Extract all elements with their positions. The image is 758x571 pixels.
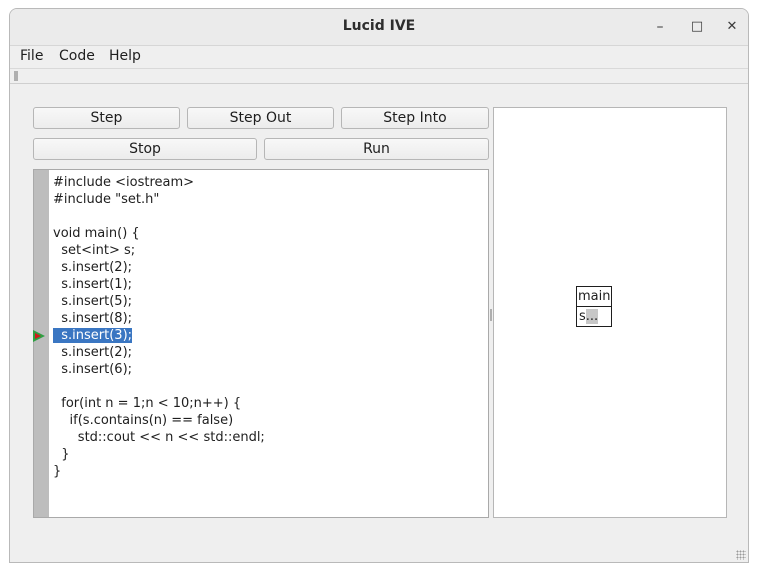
stack-frame: main s... xyxy=(576,286,612,327)
app-window: Lucid IVE – □ ✕ File Code Help Step Step… xyxy=(9,8,749,563)
title-bar: Lucid IVE – □ ✕ xyxy=(10,9,748,46)
current-line-arrow-icon xyxy=(33,330,45,342)
code-line[interactable]: std::cout << n << std::endl; xyxy=(53,429,484,446)
code-line[interactable]: s.insert(8); xyxy=(53,310,484,327)
editor-gutter[interactable] xyxy=(34,170,49,517)
maximize-button[interactable]: □ xyxy=(687,17,707,37)
code-line[interactable]: s.insert(2); xyxy=(53,259,484,276)
toolbar xyxy=(10,68,748,84)
stop-button[interactable]: Stop xyxy=(33,138,257,160)
close-button[interactable]: ✕ xyxy=(722,17,742,37)
resize-grip-icon[interactable] xyxy=(736,550,746,560)
toolbar-grip-icon[interactable] xyxy=(14,71,18,81)
code-line[interactable]: s.insert(6); xyxy=(53,361,484,378)
menu-bar: File Code Help xyxy=(10,46,748,68)
run-button[interactable]: Run xyxy=(264,138,489,160)
step-button[interactable]: Step xyxy=(33,107,180,129)
code-line[interactable]: #include "set.h" xyxy=(53,191,484,208)
code-line[interactable] xyxy=(53,378,484,395)
code-area[interactable]: #include <iostream> #include "set.h" void … xyxy=(53,174,484,480)
menu-file[interactable]: File xyxy=(20,48,43,64)
variable-value[interactable]: ... xyxy=(585,309,599,324)
code-line[interactable]: } xyxy=(53,463,484,480)
code-line[interactable]: s.insert(1); xyxy=(53,276,484,293)
step-into-button[interactable]: Step Into xyxy=(341,107,489,129)
minimize-button[interactable]: – xyxy=(650,17,670,37)
code-line[interactable]: } xyxy=(53,446,484,463)
code-line[interactable]: s.insert(2); xyxy=(53,344,484,361)
current-line-highlight: s.insert(3); xyxy=(53,328,133,343)
code-line[interactable]: s.insert(3); xyxy=(53,327,484,344)
code-line[interactable]: s.insert(5); xyxy=(53,293,484,310)
code-line[interactable]: set<int> s; xyxy=(53,242,484,259)
step-out-button[interactable]: Step Out xyxy=(187,107,334,129)
variable-row[interactable]: s... xyxy=(577,307,611,326)
visualization-panel: main s... xyxy=(493,107,727,518)
splitter-handle[interactable] xyxy=(490,309,492,321)
menu-code[interactable]: Code xyxy=(59,48,95,64)
menu-help[interactable]: Help xyxy=(109,48,141,64)
window-title: Lucid IVE xyxy=(342,18,416,34)
code-editor[interactable]: #include <iostream> #include "set.h" void … xyxy=(33,169,489,518)
code-line[interactable]: if(s.contains(n) == false) xyxy=(53,412,484,429)
code-line[interactable]: void main() { xyxy=(53,225,484,242)
variable-name: s xyxy=(579,309,586,324)
code-line[interactable]: for(int n = 1;n < 10;n++) { xyxy=(53,395,484,412)
code-line[interactable] xyxy=(53,208,484,225)
frame-title: main xyxy=(577,287,611,307)
code-line[interactable]: #include <iostream> xyxy=(53,174,484,191)
